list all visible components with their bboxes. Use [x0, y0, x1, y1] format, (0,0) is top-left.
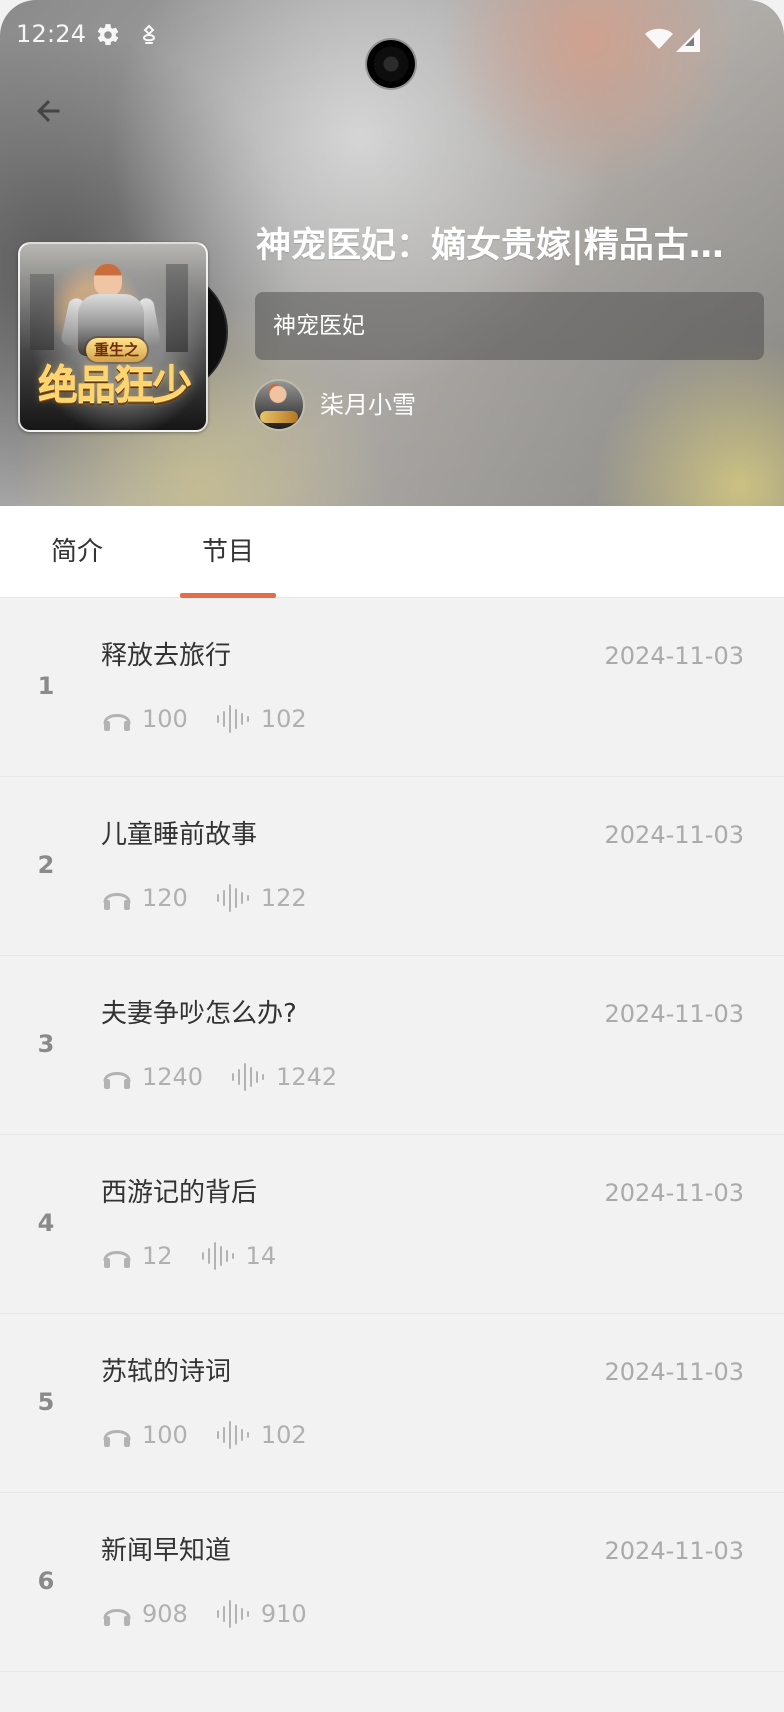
episode-title: 西游记的背后	[101, 1178, 258, 1208]
app-screen: 12:24 重生之 绝品狂少 神宠医妃：嫡女贵嫁|精品古言|... 神宠医妃 柒…	[0, 0, 784, 1712]
album-subtitle-box: 神宠医妃	[255, 292, 764, 360]
episode-title: 释放去旅行	[101, 641, 232, 671]
headphones-icon	[101, 1063, 133, 1091]
episode-stats: 100 102	[101, 702, 307, 736]
wifi-icon	[645, 28, 673, 49]
album-cover-wrapper: 重生之 绝品狂少	[18, 242, 228, 432]
episode-index: 1	[37, 672, 55, 700]
headphones-icon	[101, 1242, 133, 1270]
waveform-icon	[216, 704, 252, 734]
listen-count-group: 1240	[101, 1062, 203, 1092]
album-cover: 重生之 绝品狂少	[18, 242, 208, 432]
episode-date: 2024-11-03	[604, 1358, 744, 1386]
play-count-group: 14	[201, 1241, 277, 1271]
episode-title: 儿童睡前故事	[101, 820, 258, 850]
tab-intro-label: 简介	[50, 537, 103, 567]
listen-count-group: 908	[101, 1599, 188, 1629]
episode-stats: 908 910	[101, 1597, 307, 1631]
episode-index: 2	[37, 851, 55, 879]
listen-count-group: 100	[101, 704, 188, 734]
author-row[interactable]: 柒月小雪	[255, 380, 416, 430]
tab-episodes-label: 节目	[201, 537, 254, 567]
tab-intro[interactable]: 简介	[34, 506, 120, 598]
play-count: 102	[260, 705, 307, 733]
listen-count: 12	[142, 1242, 173, 1270]
episode-index: 5	[37, 1388, 55, 1416]
list-item[interactable]: 2 儿童睡前故事 2024-11-03 120 122	[0, 777, 784, 956]
waveform-icon	[216, 883, 252, 913]
listen-count: 908	[142, 1600, 188, 1628]
episode-date: 2024-11-03	[604, 1537, 744, 1565]
play-count: 910	[260, 1600, 307, 1628]
album-header: 12:24 重生之 绝品狂少 神宠医妃：嫡女贵嫁|精品古言|... 神宠医妃 柒…	[0, 0, 784, 506]
headphones-icon	[101, 1600, 133, 1628]
author-name[interactable]: 柒月小雪	[320, 390, 416, 420]
headphones-icon	[101, 705, 133, 733]
episode-date: 2024-11-03	[604, 821, 744, 849]
episode-index: 4	[37, 1209, 55, 1237]
tab-episodes[interactable]: 节目	[180, 506, 276, 598]
episode-stats: 12 14	[101, 1239, 276, 1273]
list-item[interactable]: 6 新闻早知道 2024-11-03 908 910	[0, 1493, 784, 1672]
episode-index: 6	[37, 1567, 55, 1595]
signal-icon	[676, 28, 700, 52]
episode-stats: 1240 1242	[101, 1060, 337, 1094]
play-count: 102	[260, 1421, 307, 1449]
back-arrow-icon	[37, 100, 60, 122]
headphones-icon	[101, 884, 133, 912]
cover-title-text: 绝品狂少	[38, 361, 192, 408]
listen-count: 120	[142, 884, 188, 912]
episode-title: 夫妻争吵怎么办?	[101, 999, 297, 1029]
front-camera	[367, 40, 415, 88]
page-title: 神宠医妃：嫡女贵嫁|精品古言|...	[256, 226, 752, 266]
headphones-icon	[101, 1421, 133, 1449]
list-item[interactable]: 5 苏轼的诗词 2024-11-03 100 102	[0, 1314, 784, 1493]
play-count: 1242	[276, 1063, 338, 1091]
listen-count-group: 120	[101, 883, 188, 913]
play-count: 122	[260, 884, 307, 912]
play-count-group: 102	[216, 1420, 307, 1450]
episode-index: 3	[37, 1030, 55, 1058]
episode-title: 新闻早知道	[101, 1536, 232, 1566]
list-item[interactable]: 1 释放去旅行 2024-11-03 100 102	[0, 598, 784, 777]
episode-date: 2024-11-03	[604, 642, 744, 670]
listen-count: 1240	[142, 1063, 204, 1091]
episode-stats: 120 122	[101, 881, 307, 915]
listen-count: 100	[142, 705, 188, 733]
avatar[interactable]	[255, 381, 303, 429]
cover-building-left	[30, 274, 54, 350]
list-item[interactable]: 4 西游记的背后 2024-11-03 12 14	[0, 1135, 784, 1314]
album-subtitle: 神宠医妃	[273, 313, 365, 339]
phone-frame: 12:24 重生之 绝品狂少 神宠医妃：嫡女贵嫁|精品古言|... 神宠医妃 柒…	[0, 0, 784, 1712]
cover-figure-head	[94, 264, 122, 296]
episode-date: 2024-11-03	[604, 1179, 744, 1207]
waveform-icon	[231, 1062, 267, 1092]
tab-bar: 简介 节目	[0, 506, 784, 598]
episode-stats: 100 102	[101, 1418, 307, 1452]
notification-icon	[143, 24, 156, 44]
back-button[interactable]	[26, 88, 72, 134]
listen-count-group: 100	[101, 1420, 188, 1450]
gear-icon	[97, 24, 119, 46]
waveform-icon	[216, 1420, 252, 1450]
play-count-group: 102	[216, 704, 307, 734]
list-item[interactable]: 3 夫妻争吵怎么办? 2024-11-03 1240 1242	[0, 956, 784, 1135]
cover-badge-text: 重生之	[86, 338, 148, 362]
play-count: 14	[245, 1242, 277, 1270]
status-time: 12:24	[16, 20, 87, 48]
episode-date: 2024-11-03	[604, 1000, 744, 1028]
play-count-group: 1242	[231, 1062, 337, 1092]
play-count-group: 910	[216, 1599, 307, 1629]
listen-count: 100	[142, 1421, 188, 1449]
episode-title: 苏轼的诗词	[101, 1357, 232, 1387]
play-count-group: 122	[216, 883, 307, 913]
episode-list: 1 释放去旅行 2024-11-03 100 102 2 儿童睡前故事 2024…	[0, 598, 784, 1672]
waveform-icon	[216, 1599, 252, 1629]
cover-building-right	[166, 264, 188, 352]
listen-count-group: 12	[101, 1241, 173, 1271]
waveform-icon	[201, 1241, 237, 1271]
